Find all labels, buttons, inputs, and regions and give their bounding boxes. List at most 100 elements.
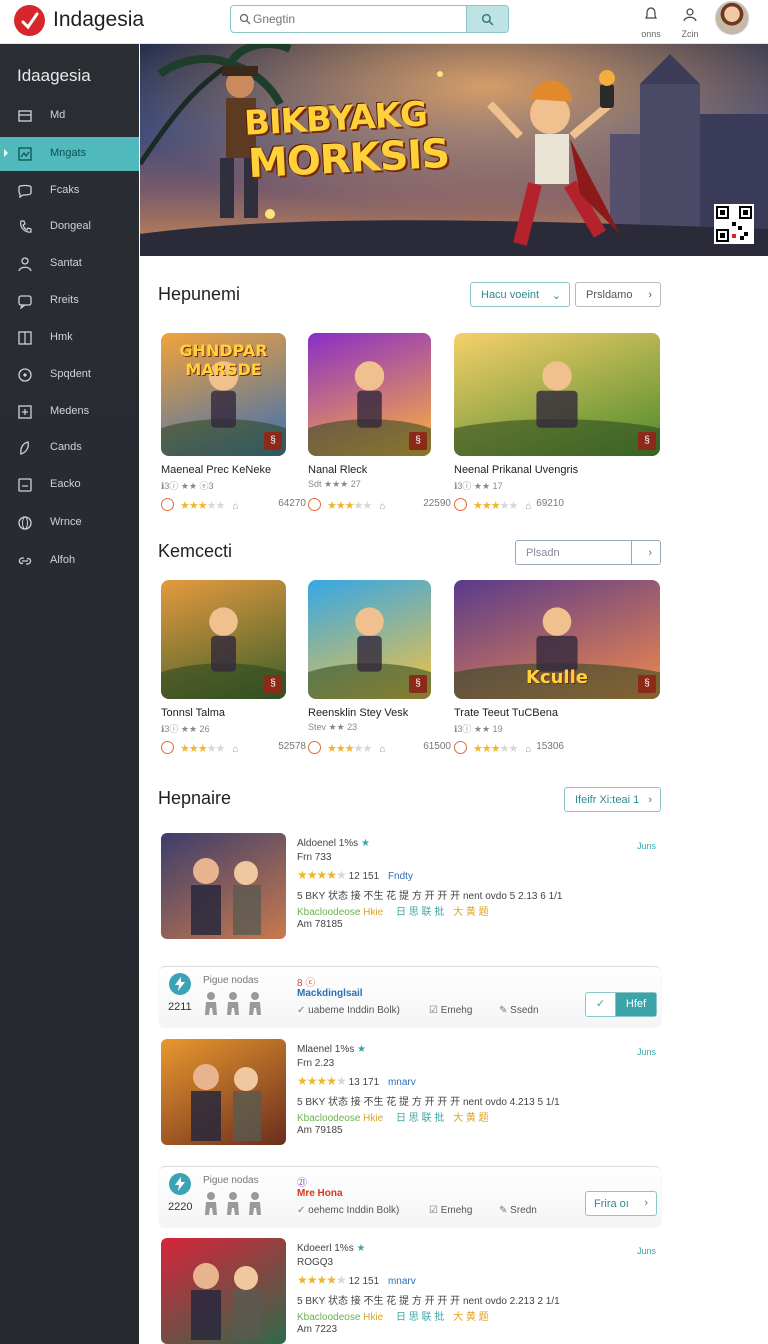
entry-tag[interactable]: 日 思 联 批 [396,1312,444,1323]
sidebar-item-spqdent[interactable]: Spqdent [0,358,139,392]
sidebar-item-mngats[interactable]: Mngats [0,137,139,171]
sidebar-item-dongeal[interactable]: Dongeal [0,210,139,244]
entry-title[interactable]: Aldoenel 1%s [297,838,358,849]
info-option[interactable]: ✓ uabeme Inddin Bolk) [297,1005,400,1016]
sidebar-item-wrnce[interactable]: Wrnce [0,506,139,540]
sidebar-item-md[interactable]: Md [0,99,139,133]
qr-code-icon[interactable] [714,204,754,244]
publisher-badge-icon: § [409,432,427,450]
star-rating: ★★★★★ [180,500,225,512]
edit-icon: ✎ [499,1005,508,1016]
card-subtitle: Sdt ★★★ 27 [308,479,361,489]
entry-tag[interactable]: 日 思 联 批 [396,907,444,918]
sidebar-item-fcaks[interactable]: Fcaks [0,174,139,208]
home-icon[interactable]: ⌂ [525,501,531,512]
home-icon[interactable]: ⌂ [525,744,531,755]
info-option-label: Ssedn [510,1005,539,1016]
entry-tag[interactable]: Hkie [363,1113,383,1124]
home-icon[interactable]: ⌂ [232,501,238,512]
game-card-image[interactable]: § [161,580,286,699]
hero-banner[interactable]: BIKBYAKG MORKSIS [140,44,768,256]
entry-tag[interactable]: Hkie [363,907,383,918]
rating-link[interactable]: Fndty [388,871,413,882]
game-card-image[interactable]: Kculle § [454,580,660,699]
entry-thumbnail[interactable] [161,833,286,939]
card-meta-row: ★★★★★ ⌂ 61500 [308,741,451,755]
profile-button[interactable]: Zcin [673,6,707,39]
publisher-badge-icon: § [638,432,656,450]
entry-tag[interactable]: 大 黄 题 [453,1312,489,1323]
card-count: 69210 [536,498,564,509]
card-subtitle: ℹ3ⓘ ★★ 17 [454,481,503,491]
see-more-label: Prsldamo [586,289,633,301]
sidebar-item-medens[interactable]: Medens [0,395,139,429]
section-title-recent: Kemcecti [158,541,233,561]
entry-line: Frn 733 [297,852,331,863]
sidebar-item-hmk[interactable]: Hmk [0,321,139,355]
info-status: ㉑ [297,1178,307,1189]
sidebar-item-rreits[interactable]: Rreits [0,284,139,318]
people-icons [203,991,263,1022]
info-action-button[interactable]: Frira oı › [585,1191,657,1216]
game-card-image[interactable]: § [308,580,431,699]
sidebar-item-alfoh[interactable]: Alfoh [0,544,139,578]
entry-line: Kbacloodeose Hkie 日 思 联 批 大 黄 题 [297,1308,489,1323]
search-button[interactable] [466,6,508,32]
info-option[interactable]: ✎ Ssedn [499,1005,539,1016]
view-all-button[interactable]: Ifeifr Xi:teai 1 › [564,787,661,812]
game-card-image[interactable]: § [454,333,660,456]
sidebar-item-label: Rreits [50,294,79,306]
entry-title[interactable]: Kdoeerl 1%s [297,1243,354,1254]
message-icon [18,295,32,309]
view-all-label: Ifeifr Xi:teai 1 [575,794,640,806]
card-title[interactable]: Trate Teeut TuCBena [454,707,558,719]
game-card-image[interactable]: § [308,333,431,456]
search-input[interactable] [253,10,463,28]
entry-line: Kdoeerl 1%s ★ [297,1243,366,1254]
entry-thumbnail[interactable] [161,1238,286,1344]
entry-tag[interactable]: Kbacloodeose [297,1113,360,1124]
see-more-button[interactable]: Prsldamo › [575,282,661,307]
card-title[interactable]: Maeneal Prec KeNeke [161,464,271,476]
entry-thumbnail[interactable] [161,1039,286,1145]
rating-link[interactable]: mnarv [388,1077,416,1088]
rating-link[interactable]: mnarv [388,1276,416,1287]
home-icon[interactable]: ⌂ [379,501,385,512]
entry-tag[interactable]: 大 黄 题 [453,1113,489,1124]
entry-line: Aldoenel 1%s ★ [297,838,370,849]
avatar[interactable] [715,1,749,35]
entry-title[interactable]: Mlaenel 1%s [297,1044,354,1055]
info-option[interactable]: ☑ Emehg [429,1005,472,1016]
entry-tag[interactable]: 大 黄 题 [453,907,489,918]
card-title[interactable]: Tonnsl Talma [161,707,225,719]
info-option-label: Emehg [440,1005,473,1016]
filter-dropdown[interactable]: Hacu voeint ⌄ [470,282,570,307]
person-icon [203,992,219,1021]
checkbox-icon: ☑ [429,1005,438,1016]
info-link[interactable]: Mre Hona [297,1188,343,1199]
app-logo[interactable] [14,5,45,36]
info-option[interactable]: ✓ oehemc Inddin Bolk) [297,1205,399,1216]
info-action-button[interactable]: ✓ Hfef [585,992,657,1017]
sidebar-item-cands[interactable]: Cands [0,431,139,465]
home-icon[interactable]: ⌂ [232,744,238,755]
card-title[interactable]: Neenal Prikanal Uvengris [454,464,578,476]
notifications-button[interactable]: onns [634,6,668,39]
game-card-image[interactable]: GHNDPAR MARSDE § [161,333,286,456]
person-icon [247,1192,263,1221]
entry-tag[interactable]: 日 思 联 批 [396,1113,444,1124]
card-title[interactable]: Reensklin Stey Vesk [308,707,408,719]
entry-tag[interactable]: Kbacloodeose [297,1312,360,1323]
info-option[interactable]: ✎ Sredn [499,1205,537,1216]
section2-search[interactable]: Plsadn › [515,540,661,565]
info-option[interactable]: ☑ Emehg [429,1205,472,1216]
sidebar-item-eacko[interactable]: Eacko [0,468,139,502]
card-meta-row: ★★★★★ ⌂ 15306 [454,741,680,755]
info-link[interactable]: Mackdinglsail [297,988,363,999]
card-title[interactable]: Nanal Rleck [308,464,367,476]
sidebar-item-santat[interactable]: Santat [0,247,139,281]
home-icon[interactable]: ⌂ [379,744,385,755]
entry-tag[interactable]: Kbacloodeose [297,907,360,918]
entry-tag[interactable]: Hkie [363,1312,383,1323]
profile-label: Zcin [681,29,699,39]
